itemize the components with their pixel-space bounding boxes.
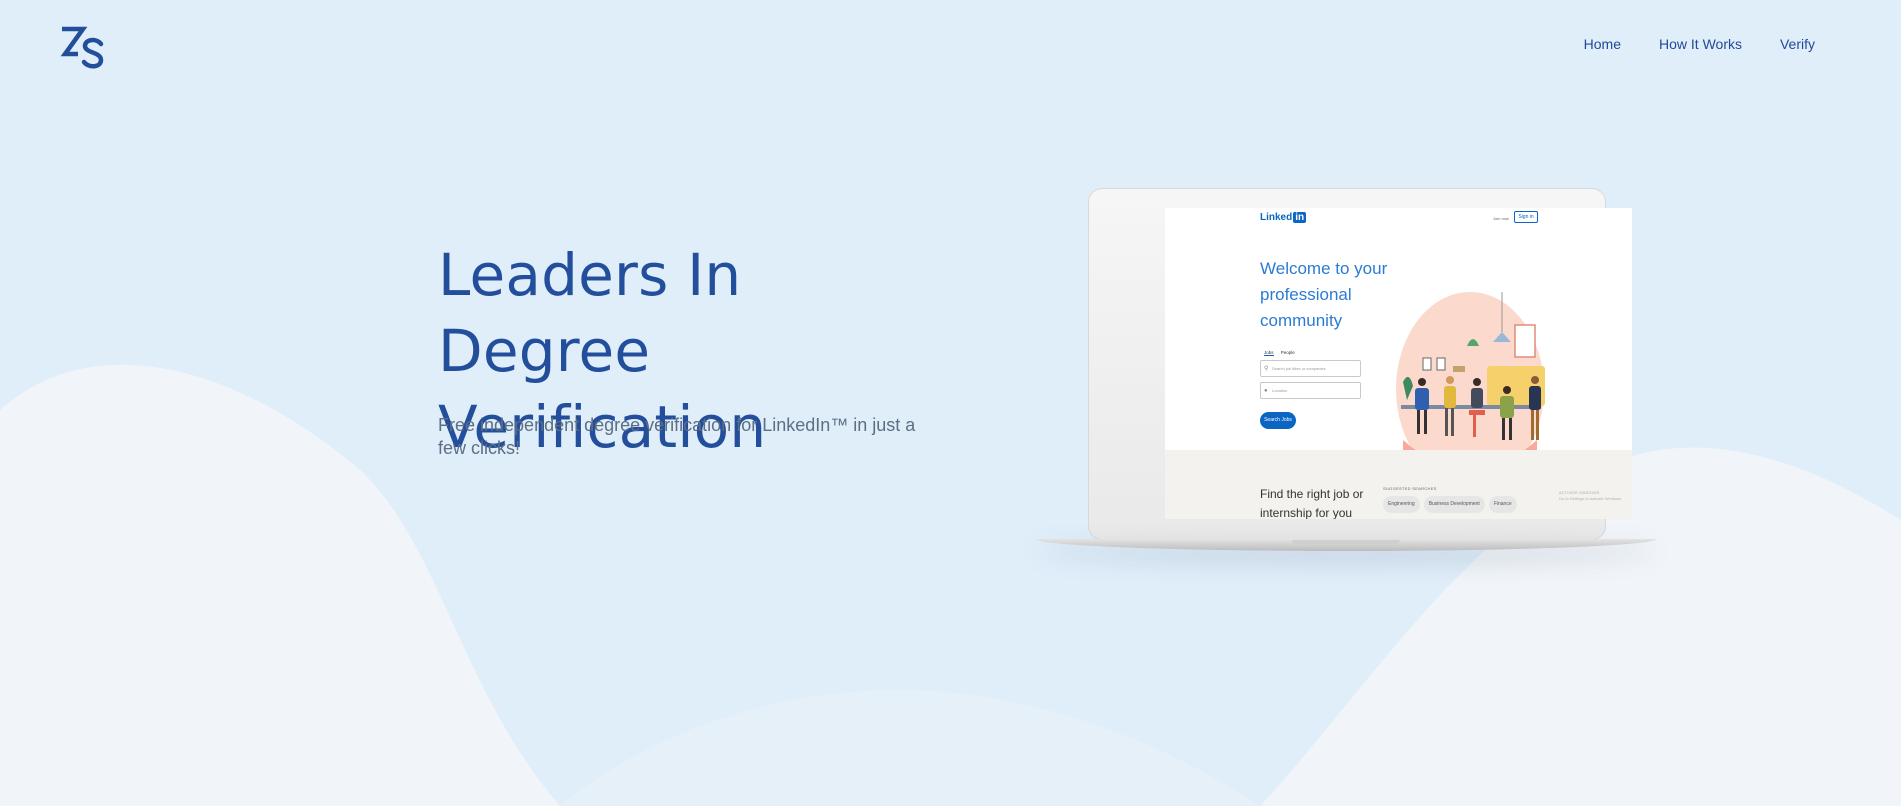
- mock-welcome-line1: Welcome to your: [1260, 259, 1388, 278]
- mock-search-placeholder: Search job titles or companies: [1272, 366, 1326, 371]
- mock-welcome-line3: community: [1260, 311, 1343, 330]
- mock-suggested-label: SUGGESTED SEARCHES: [1383, 486, 1437, 491]
- mock-watermark-note: ACTIVATE WINDOWS Go to Settings to activ…: [1559, 490, 1629, 502]
- location-pin-icon: ●: [1264, 388, 1268, 394]
- mock-welcome-line2: professional: [1260, 285, 1352, 304]
- zs-logo[interactable]: [58, 24, 106, 72]
- mock-tab-jobs: Jobs: [1264, 350, 1274, 356]
- laptop-screen: Linked in Join now Sign in Welcome to you…: [1165, 208, 1632, 519]
- mock-find-line1: Find the right job or: [1260, 487, 1364, 501]
- linkedin-logo-text: Linked: [1260, 212, 1293, 223]
- mock-find-line2: internship for you: [1260, 506, 1353, 519]
- linkedin-logo-badge: in: [1293, 212, 1307, 223]
- laptop-lid: Linked in Join now Sign in Welcome to you…: [1088, 188, 1632, 540]
- mock-welcome-heading: Welcome to your professional community: [1260, 256, 1390, 334]
- mock-location-input: ● Location: [1260, 382, 1361, 399]
- laptop-mockup: Linked in Join now Sign in Welcome to you…: [1036, 188, 1656, 568]
- laptop-notch: [1292, 540, 1400, 544]
- nav-home[interactable]: Home: [1584, 36, 1621, 52]
- hero-title-line1: Leaders In Degree: [438, 241, 742, 385]
- mock-note-line2: Go to Settings to activate Windows.: [1559, 496, 1623, 501]
- mock-find-heading: Find the right job or internship for you: [1260, 485, 1370, 519]
- main-nav: Home How It Works Verify: [1584, 36, 1815, 52]
- mock-sign-in: Sign in: [1514, 211, 1538, 223]
- mock-join-now: Join now: [1493, 216, 1509, 221]
- linkedin-logo: Linked in: [1260, 212, 1307, 223]
- search-icon: ⚲: [1264, 366, 1269, 372]
- mock-chip-finance: Finance: [1488, 496, 1517, 513]
- mock-chip-engineering: Engineering: [1383, 496, 1420, 513]
- mock-tabs: Jobs People: [1264, 350, 1301, 356]
- mock-note-line1: ACTIVATE WINDOWS: [1559, 490, 1600, 495]
- nav-how-it-works[interactable]: How It Works: [1659, 36, 1742, 52]
- mock-suggested-chips: Engineering Business Development Finance: [1383, 496, 1517, 513]
- mock-location-placeholder: Location: [1272, 388, 1288, 393]
- mock-search-input: ⚲ Search job titles or companies: [1260, 360, 1361, 377]
- mock-tab-people: People: [1280, 350, 1295, 355]
- hero-subtitle: Free independent degree verification for…: [438, 415, 916, 458]
- mock-chip-business-development: Business Development: [1423, 496, 1485, 513]
- nav-verify[interactable]: Verify: [1780, 36, 1815, 52]
- mock-search-jobs-button: Search Jobs: [1260, 412, 1296, 429]
